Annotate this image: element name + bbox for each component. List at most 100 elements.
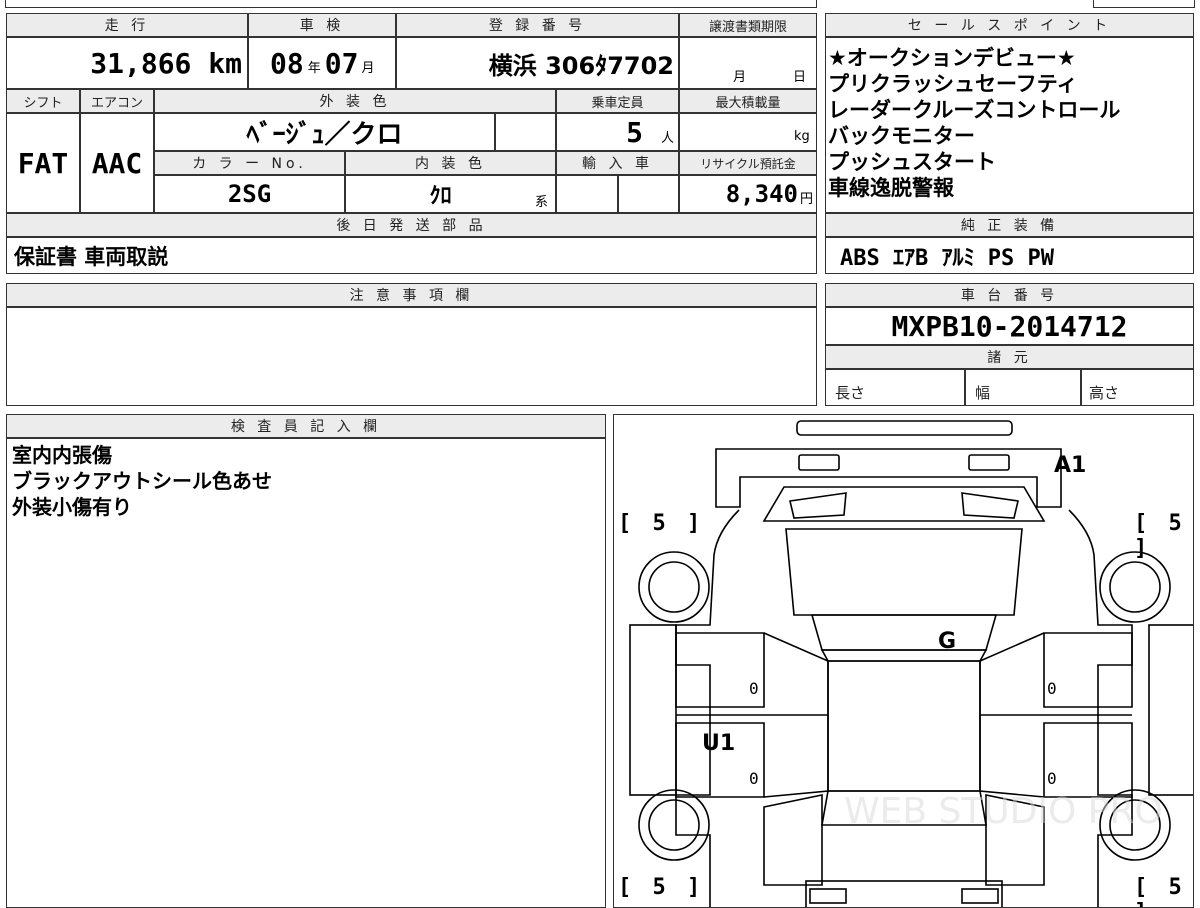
- interior-color-value: ｸﾛ: [429, 184, 452, 209]
- import-header: 輸 入 車: [556, 151, 679, 175]
- left-body-outline: [675, 509, 740, 907]
- right-side-panel: [1148, 624, 1193, 796]
- tire-rear-left: [ 5 ]: [618, 875, 705, 900]
- inspector-note: 室内内張傷: [12, 443, 112, 467]
- later-parts-header: 後 日 発 送 部 品: [6, 213, 817, 237]
- sales-points-list: ★オークションデビュー★ プリクラッシュセーフティ レーダークルーズコントロール…: [828, 45, 1192, 201]
- spec-width-label: 幅: [975, 384, 991, 402]
- ac-header: エアコン: [80, 89, 154, 113]
- headlight-right: [968, 454, 1010, 471]
- roof: [827, 660, 981, 792]
- exterior-color-value: ﾍﾞｰｼﾞｭ／クロ: [246, 119, 403, 150]
- notes-area: [6, 307, 817, 406]
- ac-value: AAC: [91, 146, 143, 180]
- inspection-value-wrap: 08 年 07 月: [270, 37, 396, 89]
- left-rear-quarter: [763, 794, 823, 886]
- sales-point-item: ★オークションデビュー★: [828, 46, 1076, 70]
- sales-point-item: プリクラッシュセーフティ: [828, 72, 1078, 96]
- later-parts-value: 保証書 車両取説: [14, 244, 169, 269]
- mileage-value-wrap: 31,866 km: [6, 37, 242, 89]
- capacity-unit: 人: [660, 130, 674, 146]
- left-side-panel: [629, 624, 677, 796]
- capacity-value-wrap: 5 人: [556, 113, 674, 151]
- equipment-value: ABS ｴｱB ｱﾙﾐ PS PW: [840, 245, 1054, 271]
- door-zero-marker: 0: [1047, 679, 1057, 698]
- transfer-deadline-header: 譲渡書類期限: [679, 13, 817, 37]
- chassis-number: MXPB10-2014712: [891, 309, 1128, 343]
- sales-points-header: セ ー ル ス ポ イ ン ト: [825, 13, 1194, 37]
- equipment-header: 純 正 装 備: [825, 213, 1194, 237]
- tire-front-left: [ 5 ]: [618, 511, 705, 536]
- hood-vent-left: [789, 492, 847, 519]
- inspection-year-unit: 年: [307, 60, 321, 76]
- transfer-month-unit: 月: [733, 70, 747, 85]
- sales-point-item: プッシュスタート: [828, 150, 996, 174]
- color-no-header: カ ラ ー No.: [154, 151, 345, 175]
- front-grille-bar: [796, 420, 1013, 436]
- color-no-value: 2SG: [227, 180, 272, 208]
- sales-point-item: バックモニター: [828, 124, 975, 148]
- shift-header: シフト: [6, 89, 80, 113]
- interior-color-suffix: 系: [535, 195, 549, 210]
- inspector-notes-list: 室内内張傷 ブラックアウトシール色あせ 外装小傷有り: [12, 442, 272, 520]
- max-load-header: 最大積載量: [679, 89, 817, 113]
- front-left-wheel-inner: [648, 561, 700, 613]
- recycle-unit: 円: [799, 191, 813, 207]
- rear-left-wheel-inner: [648, 799, 700, 851]
- chassis-header: 車 台 番 号: [825, 283, 1194, 307]
- max-load-unit: kg: [794, 129, 810, 144]
- hood: [762, 486, 1046, 522]
- transfer-day-unit: 日: [793, 70, 807, 85]
- import-cell-b: [618, 175, 679, 213]
- top-cutoff-right: [1093, 0, 1195, 8]
- capacity-header: 乗車定員: [556, 89, 679, 113]
- tire-rear-right: [ 5 ]: [1134, 875, 1186, 907]
- windshield: [785, 528, 1023, 616]
- mileage-value: 31,866: [90, 46, 192, 80]
- mileage-unit: km: [208, 46, 242, 80]
- registration-header: 登 録 番 号: [396, 13, 679, 37]
- inspection-header: 車 検: [248, 13, 396, 37]
- car-outline-svg: [629, 420, 1193, 907]
- top-cutoff-row: [5, 0, 817, 8]
- inspector-note: 外装小傷有り: [12, 495, 132, 519]
- capacity-value: 5: [626, 115, 643, 149]
- import-cell-a: [556, 175, 618, 213]
- sales-point-item: 車線逸脱警報: [828, 176, 954, 200]
- recycle-header: リサイクル預託金: [679, 151, 817, 175]
- inspection-month: 07: [324, 46, 359, 80]
- door-zero-marker: 0: [749, 679, 759, 698]
- recycle-value-wrap: 8,340 円: [679, 175, 813, 213]
- spec-length-label: 長さ: [835, 384, 866, 402]
- roof-front: [810, 614, 998, 651]
- vehicle-damage-diagram: A1 G U1 [ 5 ] [ 5 ] [ 5 ] [ 5 ] 0 0 0 0 …: [613, 414, 1194, 908]
- tail-light-left: [809, 888, 847, 904]
- notes-header: 注 意 事 項 欄: [6, 283, 817, 307]
- recycle-value: 8,340: [725, 180, 798, 208]
- roof-line: [820, 649, 988, 662]
- specs-header: 諸 元: [825, 345, 1194, 369]
- hood-vent-right: [961, 492, 1019, 519]
- mark-front-bumper: A1: [1054, 453, 1087, 478]
- front-right-wheel-inner: [1109, 561, 1161, 613]
- right-body-outline: [1068, 509, 1133, 907]
- right-front-door: [1043, 632, 1133, 708]
- interior-color-header: 内 装 色: [345, 151, 556, 175]
- tire-front-right: [ 5 ]: [1134, 511, 1186, 561]
- exterior-color-extra-cell: [495, 113, 556, 151]
- registration-value: 横浜 306ﾀ7702: [488, 51, 674, 80]
- exterior-color-header: 外 装 色: [154, 89, 556, 113]
- inspector-note: ブラックアウトシール色あせ: [12, 469, 272, 493]
- inspector-header: 検 査 員 記 入 欄: [6, 414, 606, 438]
- door-zero-marker: 0: [749, 769, 759, 788]
- mileage-header: 走 行: [6, 13, 248, 37]
- mark-left-side: U1: [702, 731, 736, 756]
- mark-windshield: G: [938, 629, 957, 654]
- inspection-year: 08: [270, 46, 304, 80]
- watermark: WEB STUDIO PRO: [844, 791, 1163, 832]
- shift-value: FAT: [17, 146, 69, 180]
- right-rear-door: [1043, 722, 1133, 798]
- inspection-month-unit: 月: [361, 60, 375, 76]
- door-zero-marker: 0: [1047, 769, 1057, 788]
- tail-light-right: [961, 888, 999, 904]
